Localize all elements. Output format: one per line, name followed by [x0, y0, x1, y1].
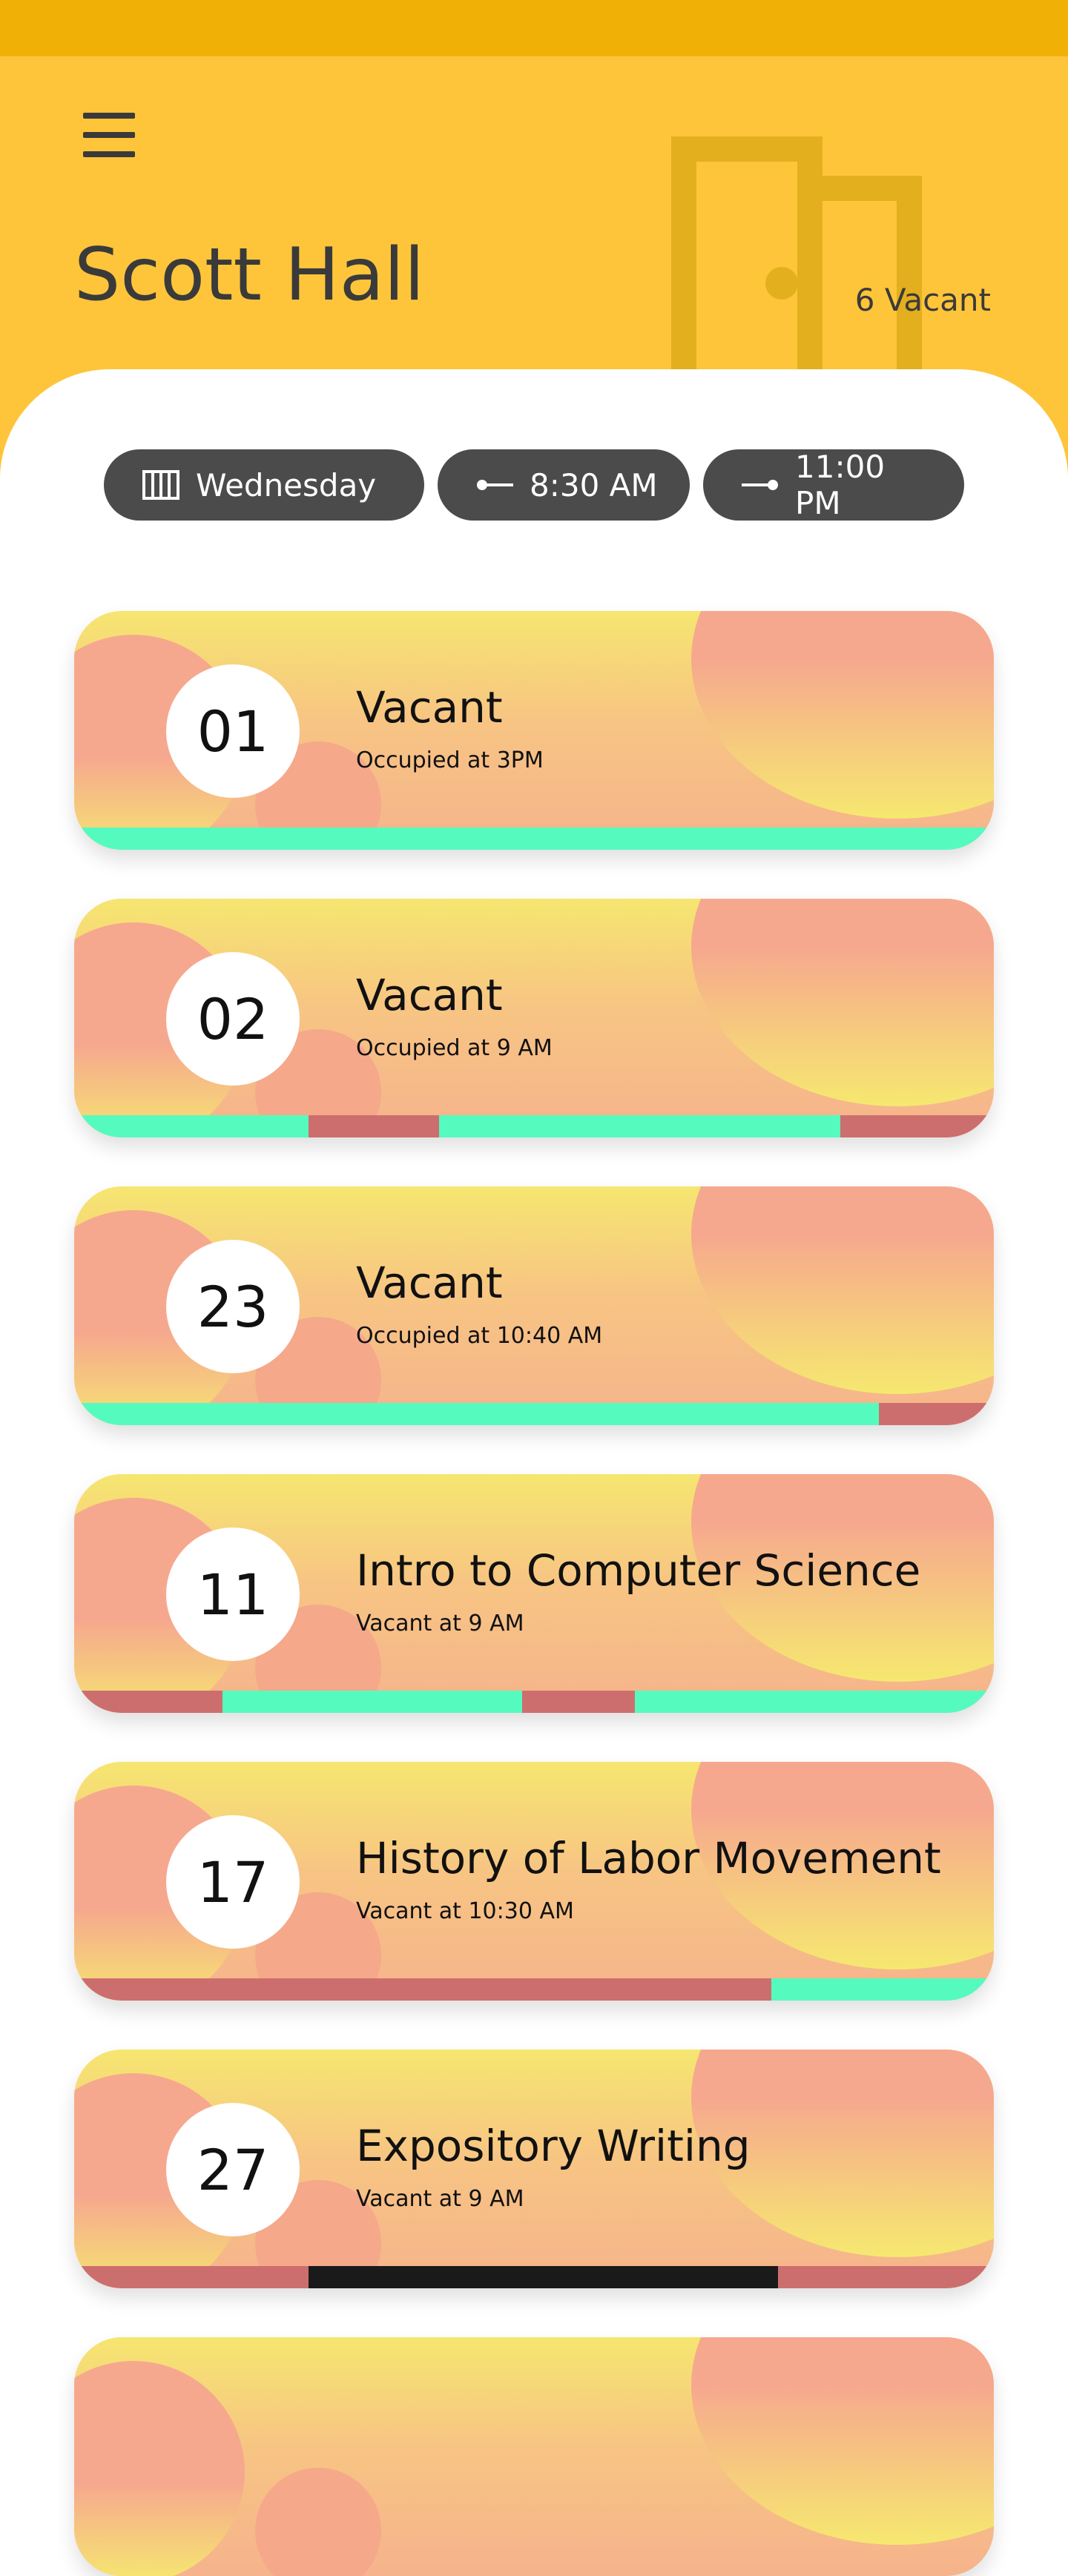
- decorative-blob: [691, 611, 994, 819]
- room-number-badge: 02: [166, 952, 300, 1086]
- timeline-segment-vacant: [771, 1978, 994, 2001]
- page-title: Scott Hall: [74, 233, 425, 317]
- timeline-segment-current: [309, 2266, 778, 2288]
- decorative-blob: [255, 2468, 381, 2576]
- timeline-segment-occupied: [879, 1403, 994, 1425]
- timeline-segment-vacant: [222, 1691, 522, 1713]
- occupancy-timeline: [74, 1403, 994, 1425]
- room-number-badge: 17: [166, 1815, 300, 1949]
- room-number-badge: 01: [166, 664, 300, 798]
- occupancy-timeline: [74, 1691, 994, 1713]
- start-time-icon: [476, 478, 513, 492]
- room-next-change: Vacant at 10:30 AM: [356, 1898, 574, 1924]
- room-number-badge: 27: [166, 2103, 300, 2236]
- filter-chips: Wednesday 8:30 AM 11:00 PM: [104, 449, 964, 521]
- room-status: Intro to Computer Science: [356, 1545, 921, 1596]
- menu-button[interactable]: [77, 110, 142, 162]
- timeline-segment-occupied: [74, 2266, 309, 2288]
- day-filter-label: Wednesday: [196, 466, 377, 503]
- room-card[interactable]: 23 Vacant Occupied at 10:40 AM: [74, 1186, 994, 1425]
- room-status: Expository Writing: [356, 2121, 751, 2171]
- room-card[interactable]: [74, 2337, 994, 2576]
- decorative-blob: [691, 899, 994, 1106]
- day-filter-chip[interactable]: Wednesday: [104, 449, 424, 521]
- occupancy-timeline: [74, 1978, 994, 2001]
- room-number-badge: 23: [166, 1240, 300, 1373]
- timeline-segment-occupied: [74, 1691, 222, 1713]
- timeline-segment-occupied: [309, 1115, 440, 1137]
- decorative-blob: [691, 2337, 994, 2545]
- room-card[interactable]: 01 Vacant Occupied at 3PM: [74, 611, 994, 850]
- room-status: Vacant: [356, 970, 503, 1020]
- timeline-segment-vacant: [74, 1115, 309, 1137]
- room-status: History of Labor Movement: [356, 1833, 941, 1883]
- room-number-badge: 11: [166, 1528, 300, 1661]
- room-next-change: Vacant at 9 AM: [356, 1611, 524, 1637]
- timeline-segment-occupied: [74, 1978, 771, 2001]
- status-bar: [0, 0, 1068, 56]
- room-status: Vacant: [356, 1258, 503, 1308]
- end-time-chip[interactable]: 11:00 PM: [703, 449, 964, 521]
- room-next-change: Vacant at 9 AM: [356, 2186, 524, 2212]
- end-time-label: 11:00 PM: [795, 449, 886, 521]
- calendar-icon: [142, 470, 179, 500]
- start-time-chip[interactable]: 8:30 AM: [438, 449, 690, 521]
- room-next-change: Occupied at 10:40 AM: [356, 1323, 603, 1349]
- timeline-segment-vacant: [74, 828, 994, 850]
- occupancy-timeline: [74, 828, 994, 850]
- vacant-count: 6 Vacant: [854, 282, 991, 318]
- room-status: Vacant: [356, 682, 503, 733]
- room-card[interactable]: 02 Vacant Occupied at 9 AM: [74, 899, 994, 1137]
- end-time-icon: [742, 478, 779, 492]
- timeline-segment-vacant: [635, 1691, 994, 1713]
- timeline-segment-occupied: [840, 1115, 994, 1137]
- timeline-segment-vacant: [439, 1115, 840, 1137]
- room-card[interactable]: 17 History of Labor Movement Vacant at 10:…: [74, 1762, 994, 2001]
- timeline-segment-vacant: [74, 1403, 879, 1425]
- occupancy-timeline: [74, 1115, 994, 1137]
- start-time-label: 8:30 AM: [530, 466, 658, 503]
- room-card[interactable]: 11 Intro to Computer Science Vacant at 9 A…: [74, 1474, 994, 1713]
- timeline-segment-occupied: [777, 2266, 994, 2288]
- decorative-blob: [74, 2361, 245, 2576]
- room-next-change: Occupied at 9 AM: [356, 1035, 553, 1061]
- room-card[interactable]: 27 Expository Writing Vacant at 9 AM: [74, 2050, 994, 2288]
- occupancy-timeline: [74, 2266, 994, 2288]
- room-next-change: Occupied at 3PM: [356, 747, 544, 773]
- decorative-blob: [691, 1186, 994, 1394]
- timeline-segment-occupied: [521, 1691, 636, 1713]
